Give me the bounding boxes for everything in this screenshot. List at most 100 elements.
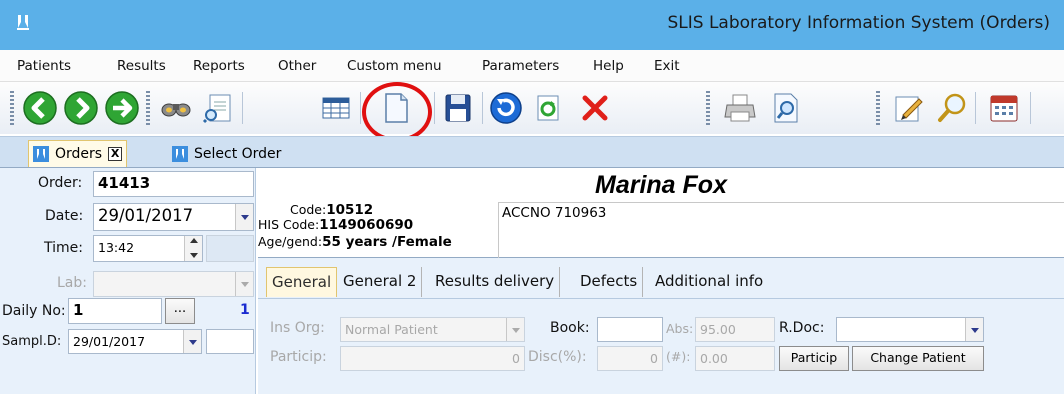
toolbar-separator [360, 92, 361, 124]
tab-orders[interactable]: Orders X [28, 140, 128, 167]
edit-icon[interactable] [890, 90, 926, 126]
tab-select-order[interactable]: Select Order [172, 140, 281, 167]
undo-icon[interactable] [488, 90, 524, 126]
order-number-field[interactable]: 41413 [93, 171, 254, 197]
sampl-date-picker[interactable]: 29/01/2017 [68, 329, 202, 354]
patient-his-code: HIS Code:1149060690 [258, 217, 413, 233]
printer-icon[interactable] [722, 90, 758, 126]
patient-code: Code:10512 [290, 202, 373, 218]
particip-label: Particip: [270, 349, 327, 365]
chevron-down-icon[interactable] [965, 318, 983, 341]
chevron-down-icon[interactable] [183, 330, 201, 353]
tab-orders-label: Orders [55, 146, 103, 162]
r-doc-label: R.Doc: [779, 320, 825, 336]
toolbar-separator [1030, 92, 1031, 124]
delete-icon[interactable] [577, 90, 613, 126]
daily-no-count: 1 [240, 302, 250, 318]
general-tab-panel: Ins Org: Normal Patient Book: Abs: 95.00… [258, 298, 1064, 394]
date-value: 29/01/2017 [98, 206, 194, 225]
new-document-icon[interactable] [378, 90, 414, 126]
tab-general[interactable]: General [266, 267, 338, 297]
patient-info: Code:10512 HIS Code:1149060690 Age/gend:… [258, 202, 498, 258]
tab-general-2[interactable]: General 2 [338, 267, 423, 297]
particip-field[interactable]: 0 [340, 346, 525, 371]
time-spinner[interactable] [184, 236, 202, 261]
save-icon[interactable] [440, 90, 476, 126]
tab-select-order-label: Select Order [194, 145, 282, 162]
window-title: SLIS Laboratory Information System (Orde… [667, 13, 1050, 33]
sampl-date-value: 29/01/2017 [73, 334, 146, 349]
age-value: 55 years /Female [322, 234, 452, 250]
order-label: Order: [38, 175, 83, 191]
toolbar-grip[interactable] [10, 91, 14, 125]
calendar-icon[interactable] [986, 90, 1022, 126]
his-code-value: 1149060690 [319, 217, 414, 233]
daily-no-label: Daily No: [2, 303, 66, 319]
hash-field[interactable]: 0.00 [695, 346, 775, 371]
particip-button[interactable]: Particip [779, 346, 849, 371]
time-value: 13:42 [98, 240, 135, 255]
accno-box: ACCNO 710963 [498, 202, 1064, 258]
age-label: Age/gend: [258, 234, 323, 249]
abs-field[interactable]: 95.00 [695, 317, 775, 342]
menu-help[interactable]: Help [593, 58, 624, 74]
tab-additional-info[interactable]: Additional info [650, 267, 768, 297]
time-extra-field [206, 235, 254, 262]
toolbar-grip[interactable] [706, 91, 710, 125]
magnifier-icon[interactable] [934, 90, 970, 126]
disc-field[interactable]: 0 [597, 346, 663, 371]
tab-results-delivery[interactable]: Results delivery [430, 267, 561, 297]
menu-results[interactable]: Results [117, 58, 166, 74]
menu-reports[interactable]: Reports [193, 58, 245, 74]
print-preview-icon[interactable] [768, 90, 804, 126]
hash-label: (#): [666, 349, 691, 364]
title-bar: SLIS Laboratory Information System (Orde… [0, 0, 1064, 50]
patient-name: Marina Fox [595, 171, 727, 199]
patient-header: Marina Fox Code:10512 HIS Code:114906069… [258, 168, 1064, 258]
binoculars-icon[interactable] [158, 90, 194, 126]
book-field[interactable] [597, 317, 663, 342]
sampl-d-label: Sampl.D: [2, 334, 62, 349]
chevron-down-icon[interactable] [506, 318, 524, 341]
close-tab-icon[interactable]: X [108, 147, 123, 161]
toolbar-separator [482, 92, 483, 124]
toolbar-separator [434, 92, 435, 124]
patient-age-gender: Age/gend:55 years /Female [258, 234, 452, 250]
daily-no-lookup-button[interactable]: ... [165, 298, 195, 324]
toolbar-grip[interactable] [876, 91, 880, 125]
patient-code-value: 10512 [326, 202, 374, 218]
change-patient-button[interactable]: Change Patient [852, 346, 984, 371]
time-label: Time: [44, 240, 83, 256]
menu-custom-menu[interactable]: Custom menu [347, 58, 442, 74]
date-picker[interactable]: 29/01/2017 [93, 203, 254, 231]
r-doc-select[interactable] [836, 317, 984, 342]
forward-icon[interactable] [63, 90, 99, 126]
document-tab-bar: Orders X Select Order [0, 136, 1064, 168]
time-field[interactable]: 13:42 [93, 235, 203, 262]
order-panel: Order: 41413 Date: 29/01/2017 Time: 13:4… [0, 168, 256, 394]
back-icon[interactable] [22, 90, 58, 126]
refresh-icon[interactable] [530, 90, 566, 126]
table-icon[interactable] [318, 90, 354, 126]
app-icon [17, 15, 29, 30]
menu-other[interactable]: Other [278, 58, 316, 74]
menu-patients[interactable]: Patients [17, 58, 71, 74]
chevron-down-icon[interactable] [235, 204, 253, 230]
lab-label: Lab: [57, 275, 87, 291]
patient-code-label: Code: [290, 202, 327, 217]
toolbar-separator [242, 92, 243, 124]
next-icon[interactable] [104, 90, 140, 126]
ins-org-label: Ins Org: [270, 320, 325, 336]
document-search-icon[interactable] [200, 90, 236, 126]
chevron-down-icon[interactable] [235, 272, 253, 296]
menu-bar: Patients Results Reports Other Custom me… [0, 50, 1064, 82]
toolbar-grip[interactable] [146, 91, 150, 125]
tab-defects[interactable]: Defects [575, 267, 644, 297]
sampl-time-field[interactable] [206, 329, 254, 354]
menu-exit[interactable]: Exit [654, 58, 680, 74]
ins-org-select[interactable]: Normal Patient [340, 317, 525, 342]
menu-parameters[interactable]: Parameters [482, 58, 559, 74]
date-label: Date: [45, 208, 84, 224]
lab-select[interactable] [93, 271, 254, 297]
daily-no-field[interactable]: 1 [68, 298, 162, 324]
